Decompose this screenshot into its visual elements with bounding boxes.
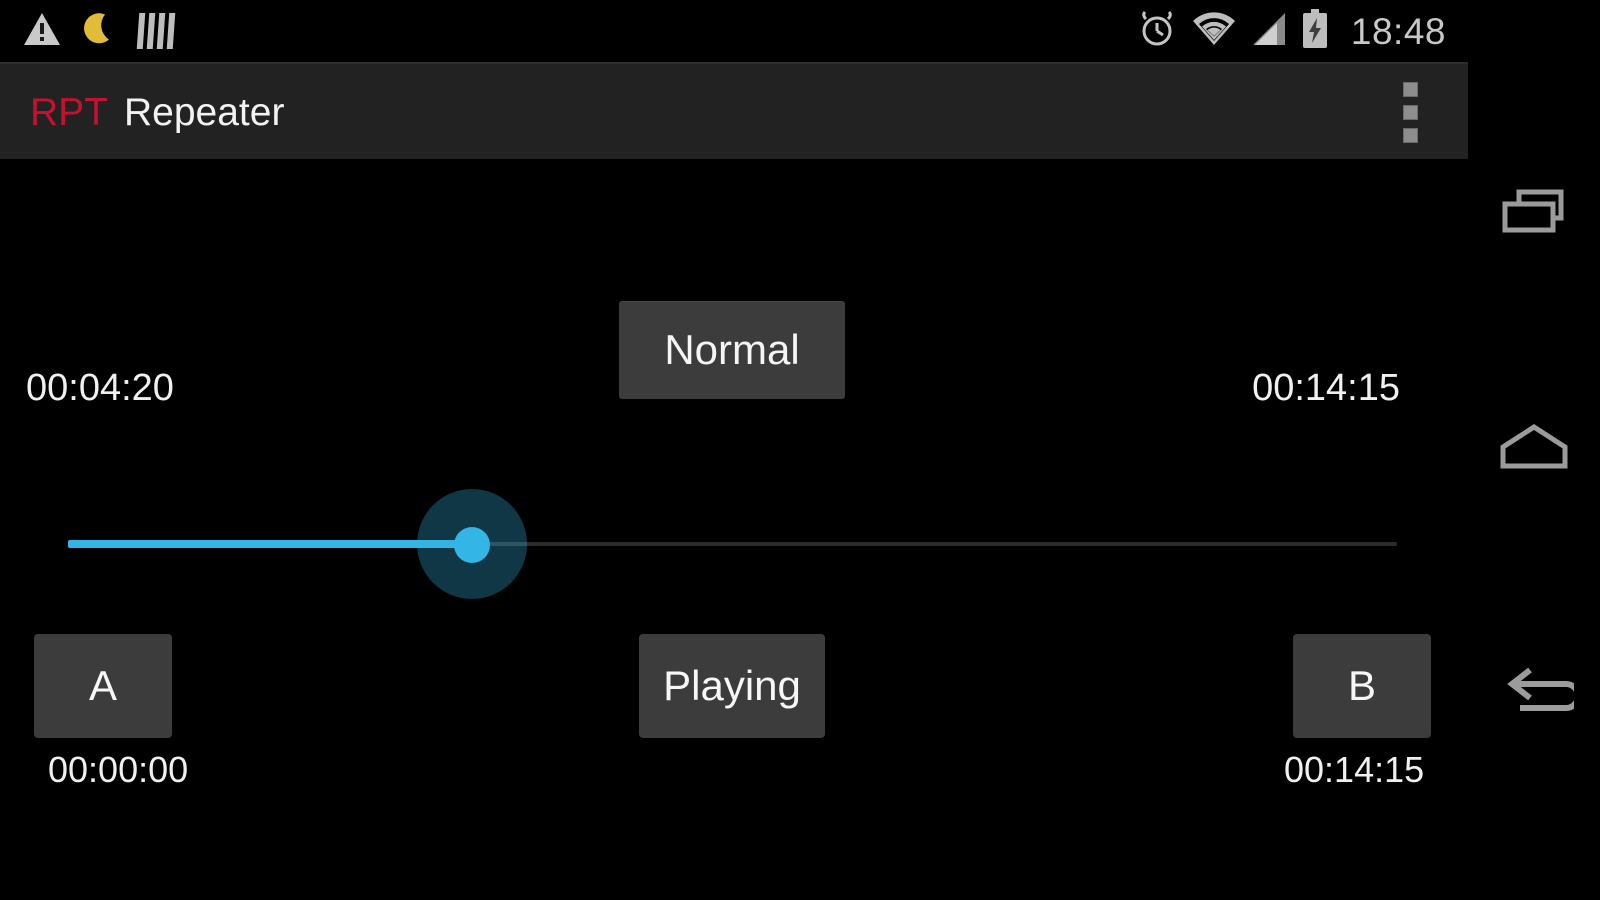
status-bar: 18:48 <box>0 0 1468 62</box>
device-screen: 18:48 RPT Repeater Normal 00:04:20 00:14… <box>0 0 1600 900</box>
wifi-icon <box>1191 11 1237 52</box>
overflow-dot-2 <box>1403 105 1418 120</box>
seekbar-fill <box>68 540 473 548</box>
current-time-label: 00:04:20 <box>26 367 174 409</box>
seekbar[interactable] <box>68 489 1397 599</box>
nav-back-button[interactable] <box>1468 634 1600 754</box>
back-arrow-icon <box>1494 664 1581 725</box>
system-navigation-bar <box>1468 0 1600 900</box>
marker-b-time-label: 00:14:15 <box>1284 749 1425 790</box>
playback-speed-button[interactable]: Normal <box>619 301 845 399</box>
nav-recent-apps-button[interactable] <box>1468 158 1600 278</box>
cellular-signal-icon <box>1251 11 1287 52</box>
overflow-dot-3 <box>1403 128 1418 143</box>
action-bar: RPT Repeater <box>0 62 1468 161</box>
app-branding: RPT Repeater <box>30 64 284 161</box>
battery-charging-icon <box>1301 8 1329 54</box>
nav-home-button[interactable] <box>1468 388 1600 508</box>
marker-b-button[interactable]: B <box>1293 634 1431 738</box>
page-title: Repeater <box>124 91 285 134</box>
overflow-menu-button[interactable] <box>1403 64 1418 161</box>
total-time-label: 00:14:15 <box>1252 367 1400 409</box>
warning-triangle-icon <box>22 10 62 53</box>
night-mode-moon-icon <box>80 9 120 54</box>
app-screen: 18:48 RPT Repeater Normal 00:04:20 00:14… <box>0 0 1468 900</box>
player-content: Normal 00:04:20 00:14:15 A Playing B 00:… <box>0 159 1468 900</box>
alarm-clock-icon <box>1137 9 1177 54</box>
status-bar-clock: 18:48 <box>1350 10 1446 52</box>
seekbar-thumb[interactable] <box>454 527 491 563</box>
bars-icon <box>136 13 176 49</box>
marker-a-time-label: 00:00:00 <box>48 749 189 790</box>
overflow-dot-1 <box>1403 82 1418 97</box>
status-bar-system-icons: 18:48 <box>1137 0 1446 62</box>
app-logo-text: RPT <box>30 91 108 134</box>
marker-a-button[interactable]: A <box>34 634 172 738</box>
home-icon <box>1499 421 1569 476</box>
status-bar-notifications <box>22 0 176 62</box>
recent-apps-icon <box>1499 186 1569 251</box>
play-pause-button[interactable]: Playing <box>639 634 825 738</box>
